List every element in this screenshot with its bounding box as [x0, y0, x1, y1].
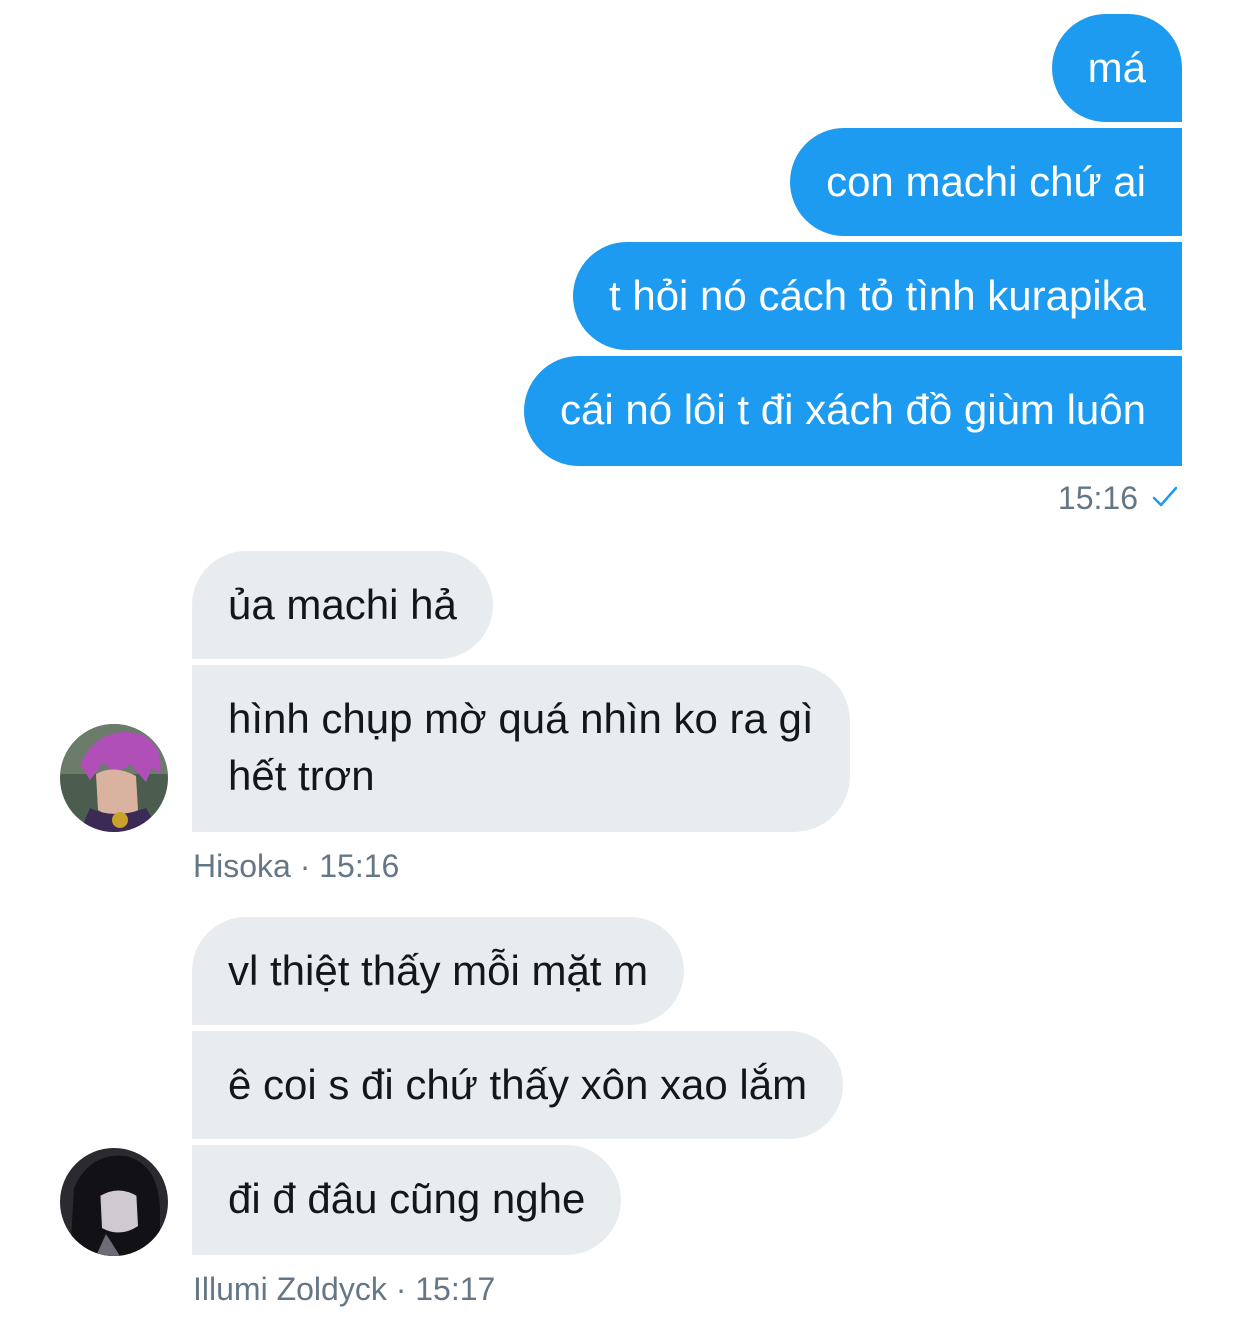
check-icon	[1150, 482, 1180, 520]
incoming-message[interactable]: ê coi s đi chứ thấy xôn xao lắm	[192, 1031, 844, 1139]
message-text: cái nó lôi t đi xách đồ giùm luôn	[559, 386, 1146, 433]
hisoka-avatar[interactable]	[60, 724, 168, 832]
outgoing-meta: 15:16	[1058, 480, 1180, 520]
message-text: má	[1087, 44, 1146, 91]
message-time: 15:16	[1057, 480, 1138, 516]
incoming-message[interactable]: đi đ đâu cũng nghe	[192, 1145, 622, 1255]
outgoing-message[interactable]: con machi chứ ai	[790, 128, 1182, 236]
message-text: con machi chứ ai	[826, 158, 1146, 205]
meta-separator: ·	[395, 1271, 407, 1307]
illumi-meta: Illumi Zoldyck · 15:17	[193, 1271, 495, 1308]
incoming-message[interactable]: hình chụp mờ quá nhìn ko ra gì hết trơn	[192, 665, 850, 832]
message-text: ê coi s đi chứ thấy xôn xao lắm	[228, 1061, 808, 1108]
message-text: hình chụp mờ quá nhìn ko ra gì hết trơn	[228, 695, 814, 799]
message-text: vl thiệt thấy mỗi mặt m	[228, 947, 649, 994]
message-time: 15:17	[415, 1271, 496, 1307]
sender-name: Hisoka	[193, 848, 291, 884]
outgoing-message[interactable]: cái nó lôi t đi xách đồ giùm luôn	[523, 356, 1182, 466]
incoming-message[interactable]: vl thiệt thấy mỗi mặt m	[192, 917, 685, 1025]
message-text: đi đ đâu cũng nghe	[228, 1175, 586, 1222]
meta-separator: ·	[299, 848, 311, 884]
outgoing-message[interactable]: t hỏi nó cách tỏ tình kurapika	[573, 242, 1182, 350]
message-text: t hỏi nó cách tỏ tình kurapika	[609, 272, 1146, 319]
message-text: ủa machi hả	[228, 581, 457, 628]
incoming-message[interactable]: ủa machi hả	[192, 551, 493, 659]
hisoka-meta: Hisoka · 15:16	[193, 848, 399, 885]
sender-name: Illumi Zoldyck	[193, 1271, 387, 1307]
outgoing-message[interactable]: má	[1051, 14, 1182, 122]
message-time: 15:16	[319, 848, 400, 884]
illumi-avatar[interactable]	[60, 1148, 168, 1256]
